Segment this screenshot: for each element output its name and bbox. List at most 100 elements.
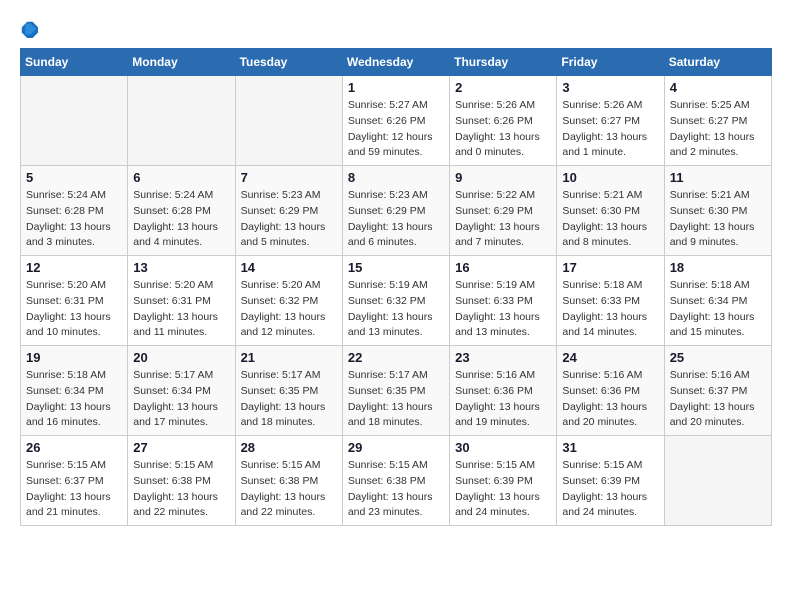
day-number: 2 <box>455 80 551 95</box>
calendar-cell: 4 Sunrise: 5:25 AMSunset: 6:27 PMDaylight… <box>664 76 771 166</box>
day-number: 26 <box>26 440 122 455</box>
day-info: Sunrise: 5:19 AMSunset: 6:33 PMDaylight:… <box>455 278 551 341</box>
day-info: Sunrise: 5:27 AMSunset: 6:26 PMDaylight:… <box>348 98 444 161</box>
calendar-cell: 16 Sunrise: 5:19 AMSunset: 6:33 PMDayligh… <box>450 256 557 346</box>
calendar-day-header: Sunday <box>21 49 128 76</box>
calendar-cell: 5 Sunrise: 5:24 AMSunset: 6:28 PMDaylight… <box>21 166 128 256</box>
calendar-header-row: SundayMondayTuesdayWednesdayThursdayFrid… <box>21 49 772 76</box>
day-number: 3 <box>562 80 658 95</box>
calendar-cell: 10 Sunrise: 5:21 AMSunset: 6:30 PMDayligh… <box>557 166 664 256</box>
day-number: 5 <box>26 170 122 185</box>
day-number: 29 <box>348 440 444 455</box>
day-info: Sunrise: 5:21 AMSunset: 6:30 PMDaylight:… <box>562 188 658 251</box>
day-number: 16 <box>455 260 551 275</box>
calendar-week-row: 5 Sunrise: 5:24 AMSunset: 6:28 PMDaylight… <box>21 166 772 256</box>
calendar-cell <box>128 76 235 166</box>
calendar-cell: 15 Sunrise: 5:19 AMSunset: 6:32 PMDayligh… <box>342 256 449 346</box>
day-info: Sunrise: 5:23 AMSunset: 6:29 PMDaylight:… <box>348 188 444 251</box>
calendar-cell: 14 Sunrise: 5:20 AMSunset: 6:32 PMDayligh… <box>235 256 342 346</box>
calendar-cell: 26 Sunrise: 5:15 AMSunset: 6:37 PMDayligh… <box>21 436 128 526</box>
day-info: Sunrise: 5:17 AMSunset: 6:34 PMDaylight:… <box>133 368 229 431</box>
day-info: Sunrise: 5:15 AMSunset: 6:37 PMDaylight:… <box>26 458 122 521</box>
day-info: Sunrise: 5:18 AMSunset: 6:34 PMDaylight:… <box>26 368 122 431</box>
day-info: Sunrise: 5:16 AMSunset: 6:37 PMDaylight:… <box>670 368 766 431</box>
logo-icon <box>20 20 38 38</box>
calendar-table: SundayMondayTuesdayWednesdayThursdayFrid… <box>20 48 772 526</box>
calendar-cell: 9 Sunrise: 5:22 AMSunset: 6:29 PMDaylight… <box>450 166 557 256</box>
day-number: 11 <box>670 170 766 185</box>
day-info: Sunrise: 5:15 AMSunset: 6:38 PMDaylight:… <box>241 458 337 521</box>
day-info: Sunrise: 5:20 AMSunset: 6:31 PMDaylight:… <box>133 278 229 341</box>
day-info: Sunrise: 5:22 AMSunset: 6:29 PMDaylight:… <box>455 188 551 251</box>
day-number: 27 <box>133 440 229 455</box>
day-number: 14 <box>241 260 337 275</box>
calendar-day-header: Tuesday <box>235 49 342 76</box>
day-number: 21 <box>241 350 337 365</box>
day-info: Sunrise: 5:24 AMSunset: 6:28 PMDaylight:… <box>26 188 122 251</box>
calendar-cell <box>664 436 771 526</box>
day-info: Sunrise: 5:20 AMSunset: 6:31 PMDaylight:… <box>26 278 122 341</box>
calendar-cell: 18 Sunrise: 5:18 AMSunset: 6:34 PMDayligh… <box>664 256 771 346</box>
calendar-week-row: 12 Sunrise: 5:20 AMSunset: 6:31 PMDayligh… <box>21 256 772 346</box>
day-number: 4 <box>670 80 766 95</box>
calendar-cell: 7 Sunrise: 5:23 AMSunset: 6:29 PMDaylight… <box>235 166 342 256</box>
calendar-week-row: 1 Sunrise: 5:27 AMSunset: 6:26 PMDaylight… <box>21 76 772 166</box>
day-number: 15 <box>348 260 444 275</box>
day-info: Sunrise: 5:25 AMSunset: 6:27 PMDaylight:… <box>670 98 766 161</box>
calendar-day-header: Friday <box>557 49 664 76</box>
day-info: Sunrise: 5:15 AMSunset: 6:39 PMDaylight:… <box>455 458 551 521</box>
day-info: Sunrise: 5:20 AMSunset: 6:32 PMDaylight:… <box>241 278 337 341</box>
day-info: Sunrise: 5:26 AMSunset: 6:26 PMDaylight:… <box>455 98 551 161</box>
logo <box>20 20 40 38</box>
day-number: 23 <box>455 350 551 365</box>
day-info: Sunrise: 5:19 AMSunset: 6:32 PMDaylight:… <box>348 278 444 341</box>
calendar-day-header: Wednesday <box>342 49 449 76</box>
calendar-cell: 19 Sunrise: 5:18 AMSunset: 6:34 PMDayligh… <box>21 346 128 436</box>
day-info: Sunrise: 5:15 AMSunset: 6:39 PMDaylight:… <box>562 458 658 521</box>
day-number: 1 <box>348 80 444 95</box>
day-info: Sunrise: 5:17 AMSunset: 6:35 PMDaylight:… <box>241 368 337 431</box>
calendar-day-header: Saturday <box>664 49 771 76</box>
calendar-cell: 22 Sunrise: 5:17 AMSunset: 6:35 PMDayligh… <box>342 346 449 436</box>
day-info: Sunrise: 5:23 AMSunset: 6:29 PMDaylight:… <box>241 188 337 251</box>
day-info: Sunrise: 5:15 AMSunset: 6:38 PMDaylight:… <box>133 458 229 521</box>
day-number: 19 <box>26 350 122 365</box>
day-number: 25 <box>670 350 766 365</box>
day-number: 24 <box>562 350 658 365</box>
calendar-cell: 3 Sunrise: 5:26 AMSunset: 6:27 PMDaylight… <box>557 76 664 166</box>
day-info: Sunrise: 5:16 AMSunset: 6:36 PMDaylight:… <box>455 368 551 431</box>
day-number: 9 <box>455 170 551 185</box>
calendar-cell: 2 Sunrise: 5:26 AMSunset: 6:26 PMDaylight… <box>450 76 557 166</box>
day-info: Sunrise: 5:18 AMSunset: 6:34 PMDaylight:… <box>670 278 766 341</box>
day-info: Sunrise: 5:17 AMSunset: 6:35 PMDaylight:… <box>348 368 444 431</box>
day-number: 18 <box>670 260 766 275</box>
day-number: 10 <box>562 170 658 185</box>
calendar-cell: 6 Sunrise: 5:24 AMSunset: 6:28 PMDaylight… <box>128 166 235 256</box>
calendar-cell: 21 Sunrise: 5:17 AMSunset: 6:35 PMDayligh… <box>235 346 342 436</box>
day-number: 8 <box>348 170 444 185</box>
day-number: 13 <box>133 260 229 275</box>
page-header <box>20 20 772 38</box>
day-number: 7 <box>241 170 337 185</box>
calendar-cell: 31Sunrise: 5:15 AMSunset: 6:39 PMDayligh… <box>557 436 664 526</box>
calendar-cell <box>21 76 128 166</box>
day-number: 22 <box>348 350 444 365</box>
calendar-cell: 20 Sunrise: 5:17 AMSunset: 6:34 PMDayligh… <box>128 346 235 436</box>
calendar-cell: 17Sunrise: 5:18 AMSunset: 6:33 PMDayligh… <box>557 256 664 346</box>
calendar-cell <box>235 76 342 166</box>
calendar-cell: 27 Sunrise: 5:15 AMSunset: 6:38 PMDayligh… <box>128 436 235 526</box>
day-number: 12 <box>26 260 122 275</box>
calendar-cell: 29 Sunrise: 5:15 AMSunset: 6:38 PMDayligh… <box>342 436 449 526</box>
calendar-cell: 1 Sunrise: 5:27 AMSunset: 6:26 PMDaylight… <box>342 76 449 166</box>
day-info: Sunrise: 5:24 AMSunset: 6:28 PMDaylight:… <box>133 188 229 251</box>
calendar-cell: 23 Sunrise: 5:16 AMSunset: 6:36 PMDayligh… <box>450 346 557 436</box>
calendar-week-row: 26 Sunrise: 5:15 AMSunset: 6:37 PMDayligh… <box>21 436 772 526</box>
day-info: Sunrise: 5:21 AMSunset: 6:30 PMDaylight:… <box>670 188 766 251</box>
day-info: Sunrise: 5:15 AMSunset: 6:38 PMDaylight:… <box>348 458 444 521</box>
calendar-cell: 28Sunrise: 5:15 AMSunset: 6:38 PMDayligh… <box>235 436 342 526</box>
day-number: 20 <box>133 350 229 365</box>
calendar-day-header: Monday <box>128 49 235 76</box>
day-info: Sunrise: 5:26 AMSunset: 6:27 PMDaylight:… <box>562 98 658 161</box>
calendar-cell: 13 Sunrise: 5:20 AMSunset: 6:31 PMDayligh… <box>128 256 235 346</box>
day-number: 6 <box>133 170 229 185</box>
